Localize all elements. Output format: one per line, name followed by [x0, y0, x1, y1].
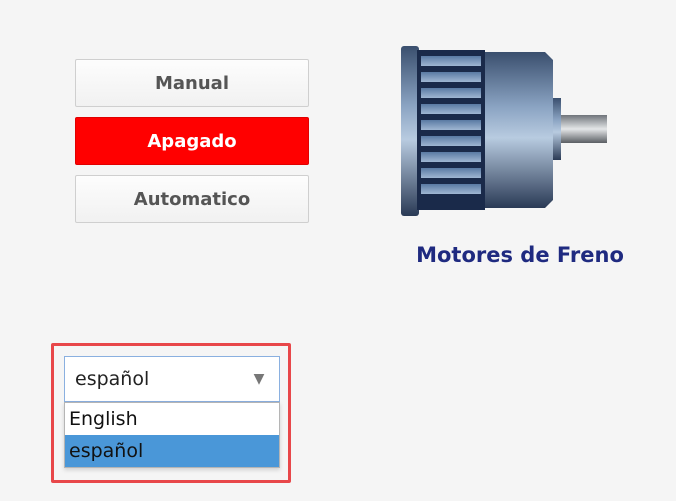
chevron-down-icon[interactable]: ▼ [239, 357, 279, 401]
language-dropdown-value: español [75, 368, 150, 390]
motor-label: Motores de Freno [416, 243, 624, 267]
control-panel: Manual Apagado Automatico Motores de Fre… [0, 0, 676, 501]
manual-mode-button[interactable]: Manual [75, 59, 309, 107]
language-option-espanol[interactable]: español [65, 435, 279, 467]
off-mode-button[interactable]: Apagado [75, 117, 309, 165]
language-options-list: English español [64, 402, 280, 468]
automatic-mode-button[interactable]: Automatico [75, 175, 309, 223]
language-option-english[interactable]: English [65, 403, 279, 435]
electric-motor-icon [395, 40, 615, 220]
language-dropdown[interactable]: español ▼ [64, 356, 280, 402]
